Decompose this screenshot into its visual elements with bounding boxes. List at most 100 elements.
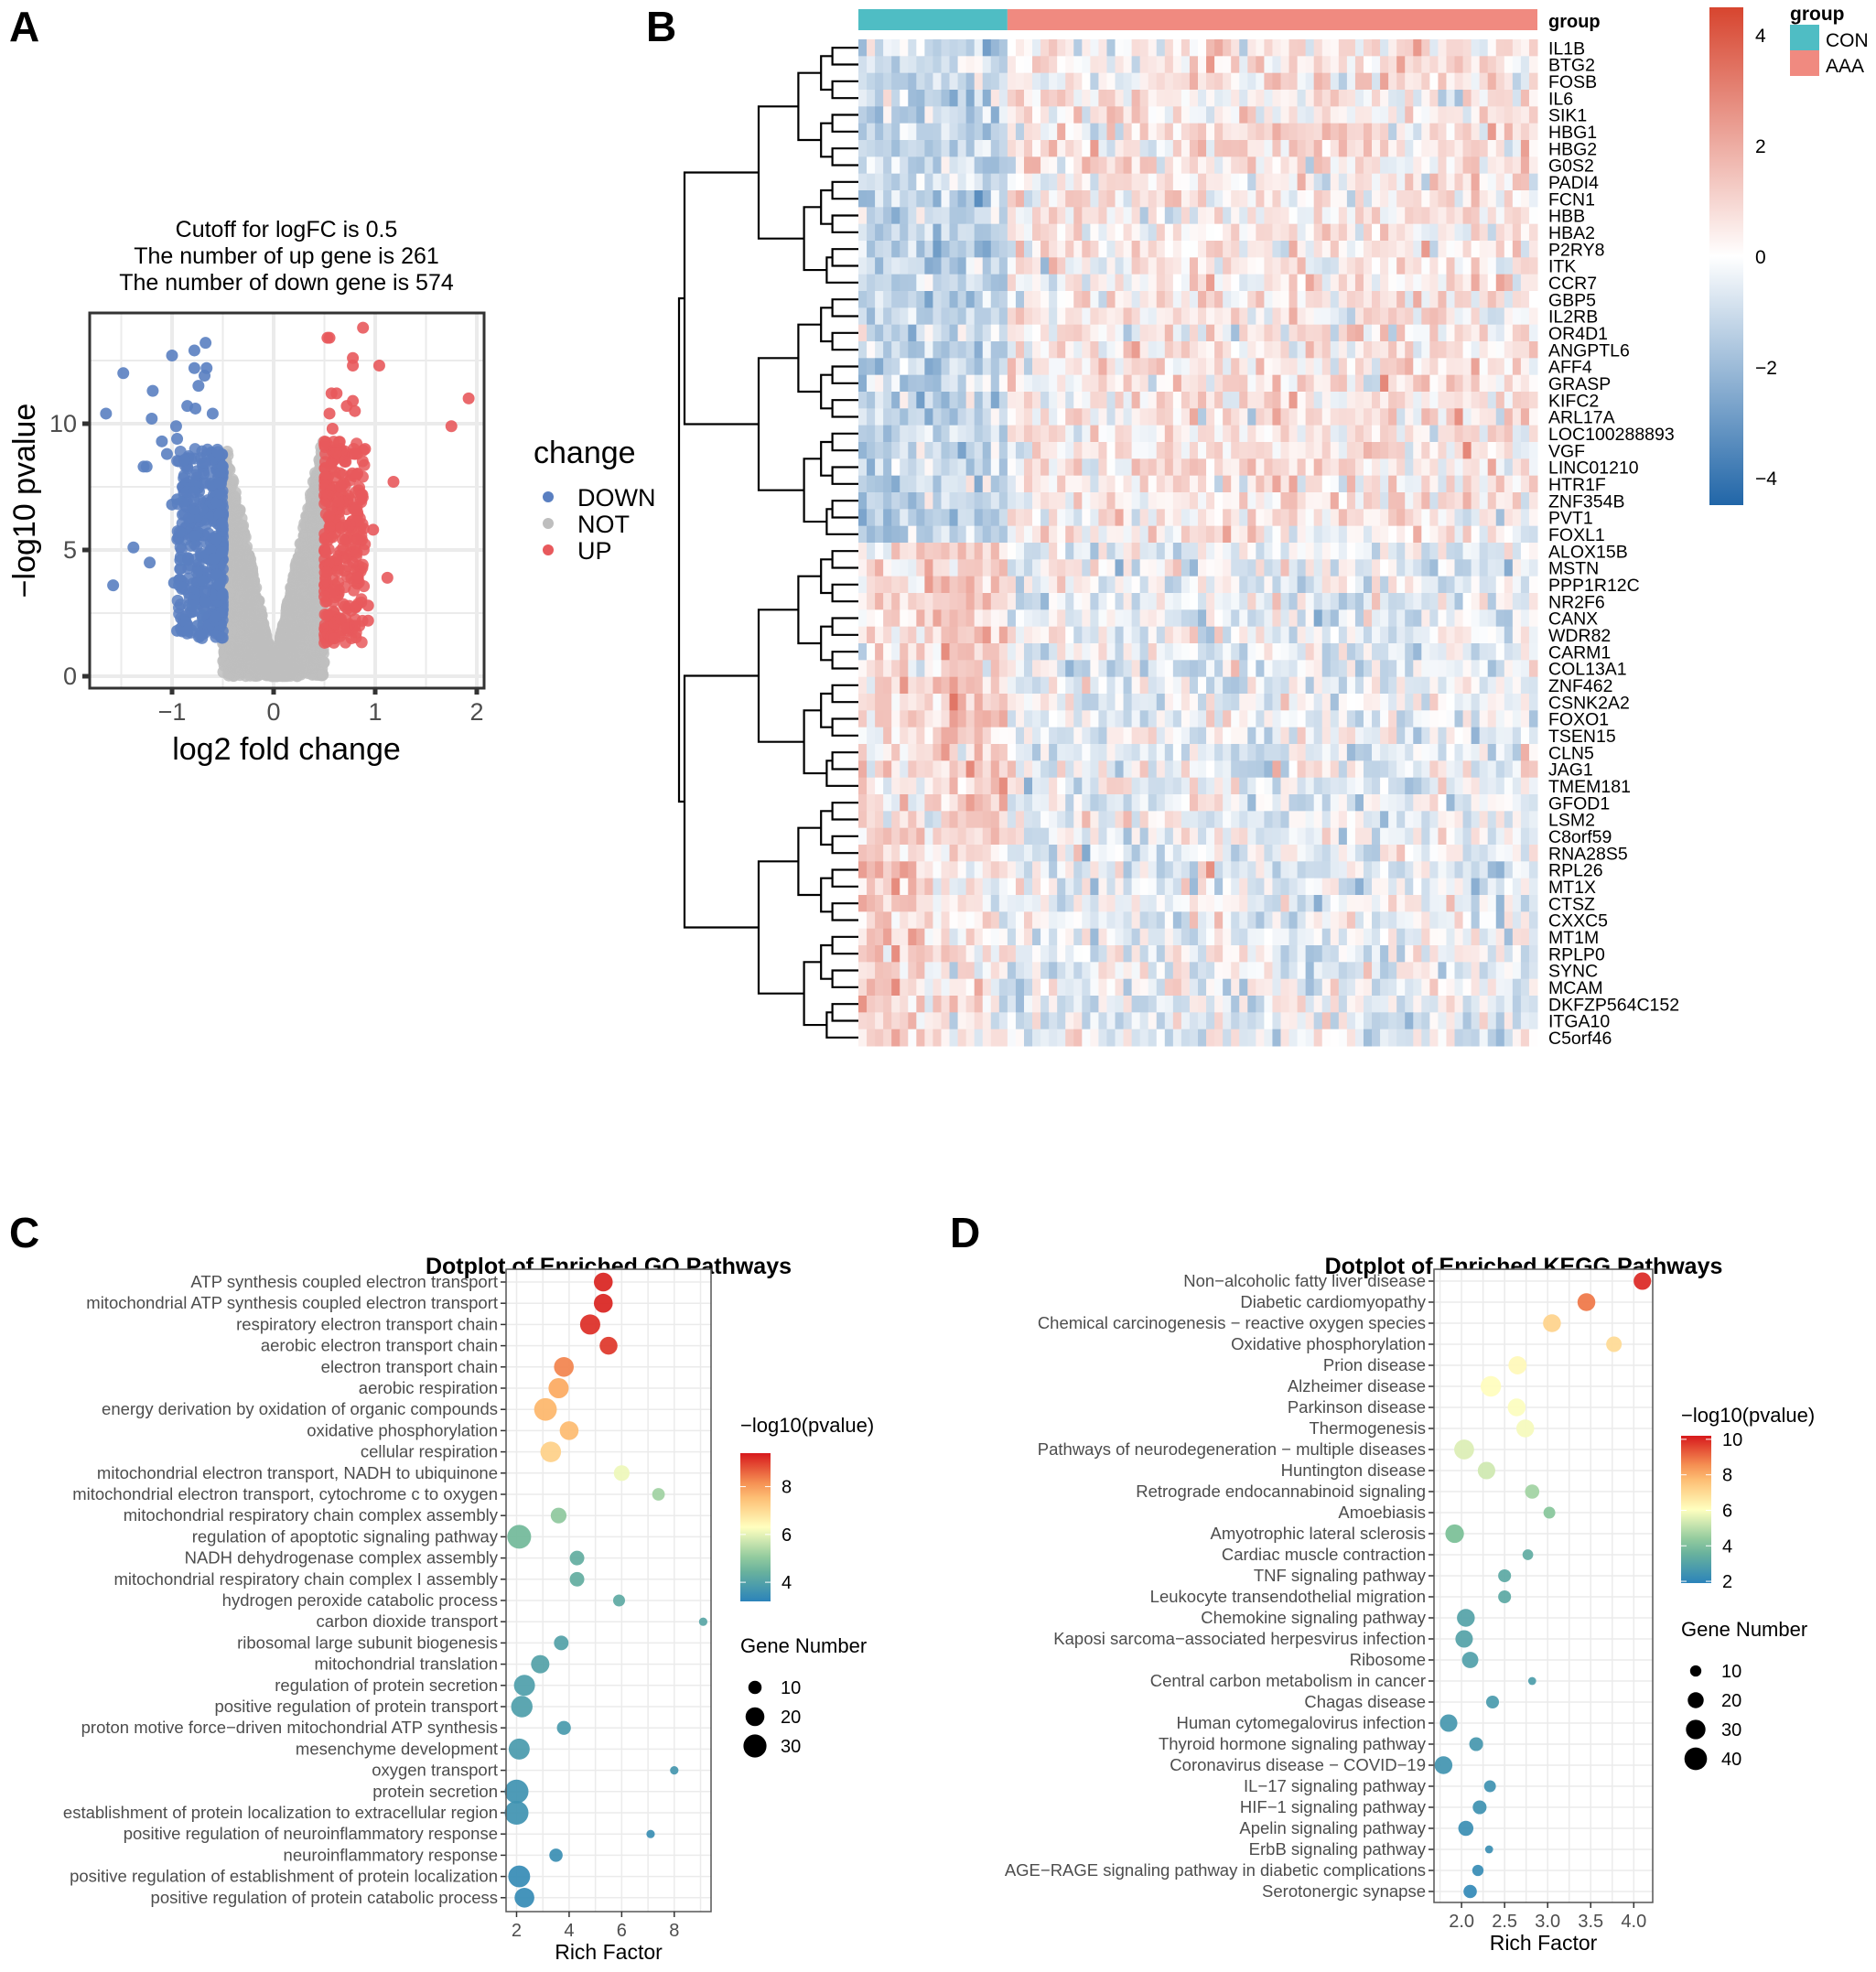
heatmap-cell	[982, 492, 992, 510]
heatmap-cell	[1421, 190, 1430, 208]
heatmap-cell	[1198, 90, 1207, 107]
heatmap-cell	[900, 374, 909, 393]
heatmap-cell	[1156, 72, 1166, 91]
heatmap-cell	[1139, 173, 1149, 191]
heatmap-cell	[1528, 425, 1538, 443]
heatmap-cell	[1280, 190, 1290, 208]
heatmap-cell	[1139, 324, 1149, 342]
heatmap-cell	[1115, 223, 1125, 242]
heatmap-cell	[1148, 458, 1158, 477]
heatmap-cell	[1462, 291, 1472, 308]
point-up	[330, 553, 343, 566]
heatmap-cell	[1156, 156, 1166, 175]
heatmap-cell	[1471, 72, 1481, 91]
heatmap-cell	[1471, 307, 1481, 326]
heatmap-cell	[1413, 140, 1422, 157]
heatmap-cell	[1346, 442, 1356, 459]
heatmap-cell	[1189, 425, 1199, 443]
heatmap-cell	[1487, 257, 1497, 275]
heatmap-cell	[1396, 257, 1406, 275]
heatmap-cell	[1015, 140, 1025, 157]
heatmap-cell	[1123, 324, 1133, 342]
heatmap-cell	[1139, 475, 1149, 493]
heatmap-cell	[1148, 156, 1158, 175]
heatmap-cell	[1264, 72, 1273, 91]
heatmap-cell	[1106, 207, 1116, 225]
legend-key-up	[543, 544, 554, 555]
heatmap-cell	[1388, 140, 1397, 157]
heatmap-cell	[924, 140, 933, 157]
heatmap-cell	[1354, 274, 1364, 292]
heatmap-cell	[1330, 324, 1340, 342]
heatmap-cell	[1139, 207, 1149, 225]
heatmap-cell	[1247, 324, 1256, 342]
heatmap-cell	[1148, 374, 1158, 393]
heatmap-cell	[1231, 408, 1240, 426]
heatmap-cell	[1223, 358, 1232, 376]
heatmap-cell	[1346, 257, 1356, 275]
heatmap-cell	[1313, 307, 1323, 326]
heatmap-cell	[1247, 90, 1256, 107]
heatmap-cell	[1354, 492, 1364, 510]
heatmap-cell	[1007, 492, 1017, 510]
heatmap-cell	[1231, 56, 1240, 74]
heatmap-cell	[933, 291, 942, 308]
heatmap-cell	[908, 241, 917, 258]
heatmap-cell	[1272, 324, 1281, 342]
heatmap-cell	[891, 442, 900, 459]
heatmap-cell	[858, 241, 868, 258]
heatmap-cell	[1073, 442, 1083, 459]
heatmap-cell	[1131, 173, 1141, 191]
heatmap-cell	[1007, 123, 1017, 141]
heatmap-cell	[1239, 106, 1248, 124]
heatmap-cell	[941, 223, 951, 242]
heatmap-cell	[1528, 223, 1538, 242]
heatmap-cell	[1462, 241, 1472, 258]
heatmap-cell	[1049, 392, 1058, 409]
heatmap-cell	[1164, 223, 1174, 242]
heatmap-cell	[1198, 442, 1207, 459]
heatmap-cell	[1454, 190, 1464, 208]
heatmap-cell	[1156, 173, 1166, 191]
heatmap-cell	[1148, 72, 1158, 91]
heatmap-cell	[1032, 492, 1041, 510]
heatmap-cell	[1462, 324, 1472, 342]
heatmap-cell	[965, 492, 976, 510]
heatmap-cell	[982, 458, 992, 477]
heatmap-cell	[1231, 123, 1240, 141]
point-not	[280, 668, 293, 681]
heatmap-cell	[1106, 56, 1116, 74]
heatmap-cell	[949, 341, 959, 359]
heatmap-cell	[1115, 392, 1125, 409]
heatmap-cell	[1346, 374, 1356, 393]
heatmap-cell	[1330, 173, 1340, 191]
heatmap-cell	[1288, 442, 1299, 459]
heatmap-cell	[1057, 458, 1066, 477]
heatmap-cell	[990, 492, 1000, 510]
heatmap-cell	[1065, 223, 1074, 242]
heatmap-cell	[1363, 156, 1373, 175]
heatmap-cell	[1504, 207, 1514, 225]
heatmap-cell	[924, 442, 933, 459]
heatmap-cell	[1007, 458, 1017, 477]
heatmap-cell	[875, 324, 884, 342]
heatmap-cell	[1189, 173, 1199, 191]
legend-key-not	[543, 518, 554, 529]
heatmap-cell	[982, 408, 992, 426]
heatmap-cell	[1454, 56, 1464, 74]
heatmap-cell	[1231, 72, 1240, 91]
heatmap-cell	[1388, 257, 1397, 275]
heatmap-cell	[1247, 358, 1256, 376]
heatmap-cell	[1073, 274, 1083, 292]
heatmap-cell	[1106, 223, 1116, 242]
heatmap-cell	[1214, 106, 1224, 124]
heatmap-cell	[1446, 72, 1456, 91]
heatmap-cell	[949, 72, 959, 91]
heatmap-cell	[933, 358, 942, 376]
heatmap-cell	[1330, 223, 1340, 242]
heatmap-cell	[883, 374, 892, 393]
heatmap-cell	[1479, 106, 1489, 124]
heatmap-cell	[998, 492, 1008, 510]
heatmap-cell	[1139, 442, 1149, 459]
heatmap-cell	[1231, 274, 1240, 292]
